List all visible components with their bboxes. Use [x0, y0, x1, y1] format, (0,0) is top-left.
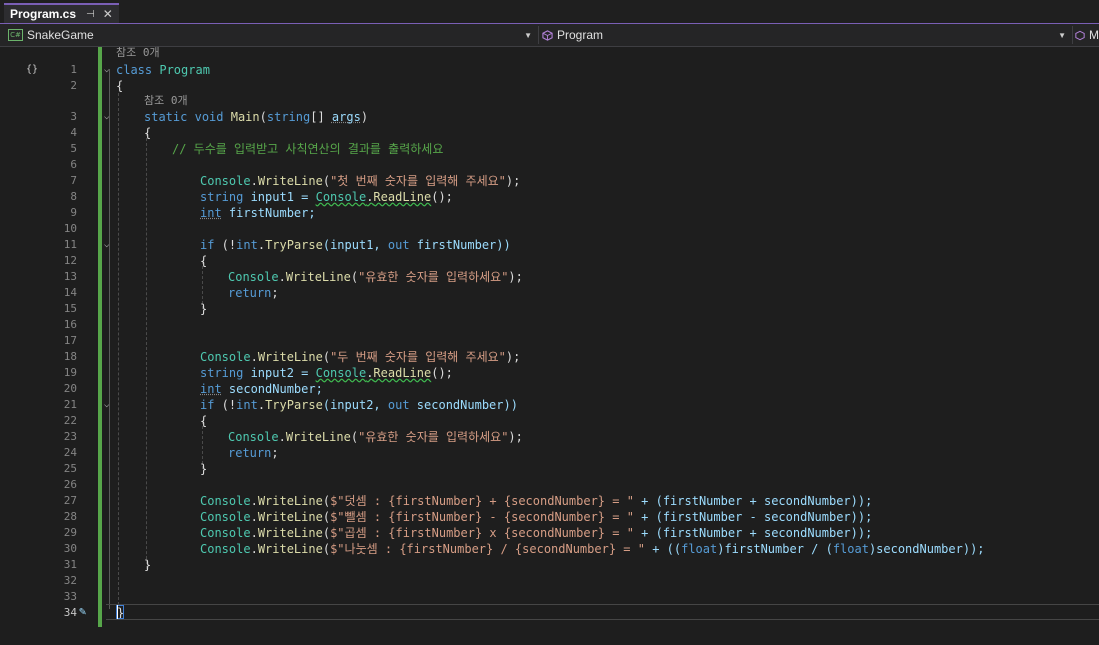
code-line: 20 int secondNumber; — [0, 381, 1099, 397]
line-number: 10 — [63, 222, 77, 235]
type-dropdown[interactable]: Program ▼ — [542, 26, 1070, 44]
quick-actions-icon[interactable]: ✎ — [79, 604, 86, 618]
line-number: 19 — [63, 366, 77, 379]
code-line: 23 Console.WriteLine("유효한 숫자를 입력하세요"); — [0, 429, 1099, 445]
code-line: 5 // 두수를 입력받고 사칙연산의 결과를 출력하세요 — [0, 141, 1099, 157]
line-number: 17 — [63, 334, 77, 347]
line-number: 23 — [63, 430, 77, 443]
line-number: 5 — [70, 142, 77, 155]
line-number: 28 — [63, 510, 77, 523]
code-line: 27 Console.WriteLine($"덧셈 : {firstNumber… — [0, 493, 1099, 509]
code-line: 12 { — [0, 253, 1099, 269]
code-line: 34 } — [0, 605, 1099, 621]
member-dropdown[interactable]: M — [1075, 26, 1099, 44]
code-line: 30 Console.WriteLine($"나눗셈 : {firstNumbe… — [0, 541, 1099, 557]
collapse-chevron-icon[interactable]: ⌵ — [104, 62, 109, 78]
code-line: 17 — [0, 333, 1099, 349]
class-icon — [542, 29, 553, 41]
line-number: 11 — [63, 238, 77, 251]
code-line: 22 { — [0, 413, 1099, 429]
type-name: Program — [557, 28, 604, 42]
line-number: 32 — [63, 574, 77, 587]
line-number: 22 — [63, 414, 77, 427]
code-line: 21 ⌵ if (!int.TryParse(input2, out secon… — [0, 397, 1099, 413]
code-line: 19 string input2 = Console.ReadLine(); — [0, 365, 1099, 381]
project-name: SnakeGame — [27, 28, 94, 42]
line-number: 20 — [63, 382, 77, 395]
code-line: 7 Console.WriteLine("첫 번째 숫자를 입력해 주세요"); — [0, 173, 1099, 189]
code-line: 11 ⌵ if (!int.TryParse(input1, out first… — [0, 237, 1099, 253]
text-caret — [117, 605, 118, 619]
code-line: 18 Console.WriteLine("두 번째 숫자를 입력해 주세요")… — [0, 349, 1099, 365]
project-dropdown[interactable]: C# SnakeGame ▼ — [8, 26, 536, 44]
member-name: M — [1089, 28, 1099, 42]
code-line: 3 ⌵ static void Main(string[] args) — [0, 109, 1099, 125]
member-icon — [1075, 30, 1085, 40]
close-icon[interactable]: ✕ — [103, 7, 113, 21]
code-line: 4 { — [0, 125, 1099, 141]
tab-title: Program.cs — [10, 7, 77, 21]
line-number: 30 — [63, 542, 77, 555]
line-number: 27 — [63, 494, 77, 507]
code-line: 13 Console.WriteLine("유효한 숫자를 입력하세요"); — [0, 269, 1099, 285]
line-number: 2 — [70, 79, 77, 92]
divider — [538, 26, 539, 44]
code-line: 6 — [0, 157, 1099, 173]
line-number: 26 — [63, 478, 77, 491]
line-number: 9 — [70, 206, 77, 219]
line-number: 33 — [63, 590, 77, 603]
code-line: 2 { — [0, 78, 1099, 94]
pin-icon[interactable]: ⊣ — [86, 9, 95, 20]
code-line: 24 return; — [0, 445, 1099, 461]
line-number: 24 — [63, 446, 77, 459]
chevron-down-icon: ▼ — [524, 30, 532, 40]
line-number: 18 — [63, 350, 77, 363]
tab-program-cs[interactable]: Program.cs ⊣ ✕ — [4, 3, 119, 23]
code-line: 25 } — [0, 461, 1099, 477]
line-number: 6 — [70, 158, 77, 171]
line-number: 29 — [63, 526, 77, 539]
collapse-chevron-icon[interactable]: ⌵ — [104, 397, 109, 413]
code-line: 32 — [0, 573, 1099, 589]
chevron-down-icon: ▼ — [1058, 30, 1066, 40]
code-line: 28 Console.WriteLine($"뺄셈 : {firstNumber… — [0, 509, 1099, 525]
line-number: 34 — [63, 606, 77, 619]
code-line: 10 — [0, 221, 1099, 237]
line-number: 14 — [63, 286, 77, 299]
document-tab-strip: Program.cs ⊣ ✕ — [0, 0, 1099, 24]
code-line: 9 int firstNumber; — [0, 205, 1099, 221]
divider — [1072, 26, 1073, 44]
line-number: 31 — [63, 558, 77, 571]
code-line: 33 — [0, 589, 1099, 605]
collapse-chevron-icon[interactable]: ⌵ — [104, 237, 109, 253]
line-number: 16 — [63, 318, 77, 331]
code-line: 29 Console.WriteLine($"곱셈 : {firstNumber… — [0, 525, 1099, 541]
code-line: 1 ⌵ class Program — [0, 62, 1099, 78]
code-editor[interactable]: {} 참조 0개 참조 0개 1 ⌵ class Program 2 { 3 ⌵… — [0, 45, 1099, 645]
line-number: 15 — [63, 302, 77, 315]
code-line: 16 — [0, 317, 1099, 333]
code-line: 26 — [0, 477, 1099, 493]
line-number: 21 — [63, 398, 77, 411]
reference-count-lens[interactable]: 참조 0개 — [116, 45, 160, 61]
line-number: 1 — [70, 63, 77, 76]
code-line: 31 } — [0, 557, 1099, 573]
line-number: 4 — [70, 126, 77, 139]
reference-count-lens[interactable]: 참조 0개 — [144, 93, 188, 109]
line-number: 3 — [70, 110, 77, 123]
line-number: 7 — [70, 174, 77, 187]
code-line: 14 return; — [0, 285, 1099, 301]
line-number: 25 — [63, 462, 77, 475]
csharp-project-icon: C# — [8, 29, 23, 41]
navigation-bar: C# SnakeGame ▼ Program ▼ M — [0, 24, 1099, 47]
line-number: 12 — [63, 254, 77, 267]
collapse-chevron-icon[interactable]: ⌵ — [104, 109, 109, 125]
line-number: 8 — [70, 190, 77, 203]
line-number: 13 — [63, 270, 77, 283]
code-line: 15 } — [0, 301, 1099, 317]
code-line: 8 string input1 = Console.ReadLine(); — [0, 189, 1099, 205]
